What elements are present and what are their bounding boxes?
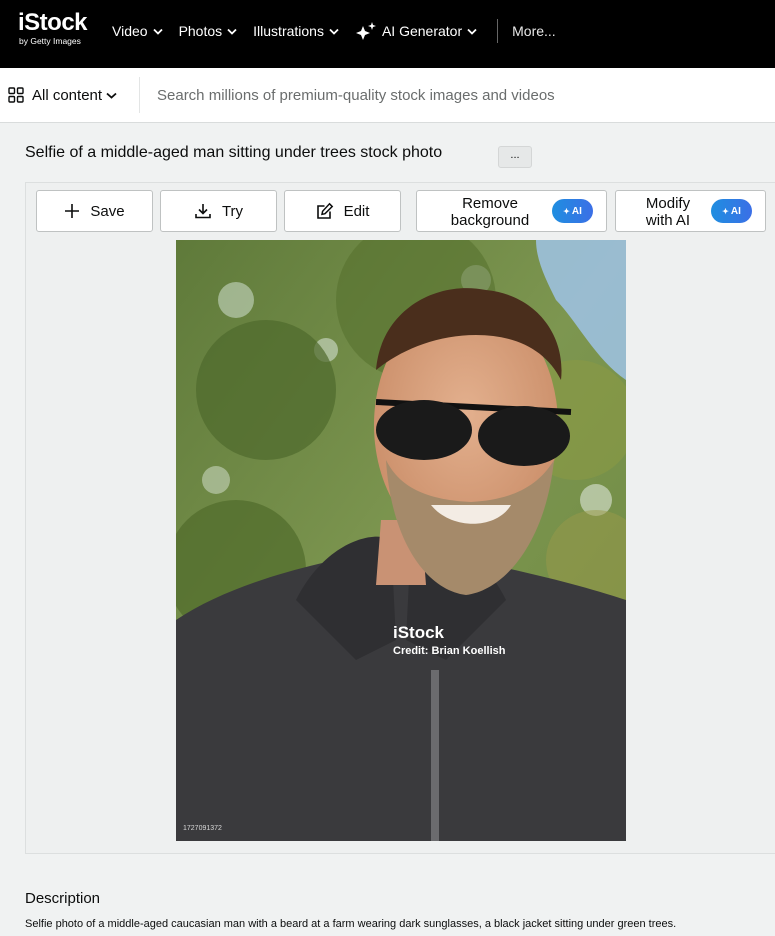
photo-id: 1727091372	[183, 825, 222, 832]
search-input[interactable]	[157, 82, 757, 108]
nav-item-label: Illustrations	[253, 23, 324, 39]
nav-divider	[497, 19, 499, 43]
try-button[interactable]: Try	[160, 190, 277, 232]
logo-wordmark: iStock	[18, 9, 88, 36]
nav-item-label: More...	[512, 23, 556, 39]
modify-label-line2: with AI	[645, 212, 691, 229]
nav-item-illustrations[interactable]: Illustrations	[253, 23, 339, 39]
nav-item-video[interactable]: Video	[112, 23, 163, 39]
nav-item-more[interactable]: More...	[512, 23, 556, 39]
istock-logo[interactable]: iStock by Getty Images	[18, 10, 98, 50]
logo-subtitle: by Getty Images	[19, 36, 81, 46]
chevron-down-icon	[329, 28, 339, 35]
edit-icon	[316, 202, 334, 220]
remove-background-label-line2: background	[450, 212, 530, 229]
chevron-down-icon	[106, 92, 117, 99]
watermark-credit: Credit: Brian Koellish	[393, 645, 506, 657]
nav-item-label: AI Generator	[381, 23, 463, 39]
grid-icon	[8, 87, 24, 103]
content-filter-dropdown[interactable]: All content	[8, 68, 117, 122]
chevron-down-icon	[467, 28, 477, 35]
photo-illustration	[176, 240, 626, 841]
description-text: Selfie photo of a middle-aged caucasian …	[25, 918, 677, 930]
nav-item-ai-generator[interactable]: AI Generator	[355, 21, 477, 41]
ai-badge: ✦ AI	[552, 199, 593, 223]
remove-background-label: Remove background	[431, 195, 549, 229]
plus-icon	[64, 203, 80, 219]
try-label: Try	[221, 202, 244, 220]
remove-background-label-line1: Remove	[462, 195, 518, 212]
page-title: Selfie of a middle-aged man sitting unde…	[25, 144, 443, 161]
more-options-button[interactable]: ...	[498, 146, 532, 168]
sparkle-icon: ✦	[722, 206, 729, 216]
download-icon	[194, 202, 212, 220]
save-label: Save	[90, 202, 125, 220]
search-bar: All content	[0, 68, 775, 123]
chevron-down-icon	[227, 28, 237, 35]
ai-badge-label: AI	[730, 205, 741, 217]
modify-with-ai-button[interactable]: Modify with AI ✦ AI	[615, 190, 766, 232]
search-divider	[139, 77, 140, 113]
watermark-brand: iStock	[393, 623, 445, 642]
sparkle-icon	[355, 21, 377, 41]
edit-label: Edit	[343, 202, 370, 220]
modify-with-ai-label: Modify with AI	[632, 195, 704, 229]
chevron-down-icon	[152, 28, 163, 35]
ai-badge-label: AI	[571, 205, 582, 217]
modify-label-line1: Modify	[645, 195, 691, 212]
ai-badge: ✦ AI	[711, 199, 752, 223]
stock-photo[interactable]	[176, 240, 626, 841]
remove-background-button[interactable]: Remove background ✦ AI	[416, 190, 607, 232]
content-filter-label: All content	[32, 86, 103, 104]
edit-button[interactable]: Edit	[284, 190, 401, 232]
main-nav: Video Photos Illustrations AI Generator …	[112, 0, 572, 62]
top-navigation: iStock by Getty Images Video Photos Illu…	[0, 0, 775, 68]
save-button[interactable]: Save	[36, 190, 153, 232]
sparkle-icon: ✦	[563, 206, 570, 216]
nav-item-label: Video	[112, 23, 148, 39]
nav-item-label: Photos	[178, 23, 223, 39]
description-heading: Description	[25, 890, 101, 907]
nav-item-photos[interactable]: Photos	[179, 23, 238, 39]
